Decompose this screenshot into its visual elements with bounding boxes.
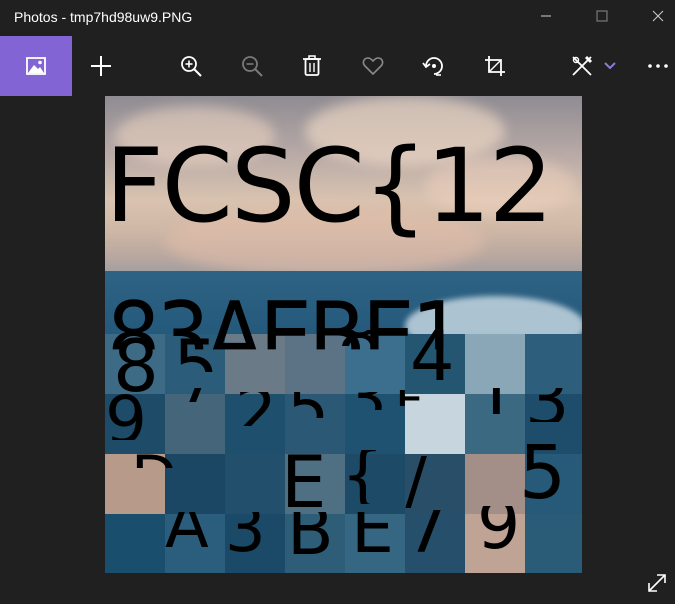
rotate-button[interactable] (409, 36, 459, 96)
window-title: Photos - tmp7hd98uw9.PNG (14, 9, 193, 25)
title-bar: Photos - tmp7hd98uw9.PNG (0, 0, 675, 36)
image-tile (225, 454, 285, 514)
more-button[interactable] (634, 36, 675, 96)
maximize-icon (596, 10, 608, 22)
rotate-icon (422, 57, 443, 76)
image-view-icon (26, 57, 46, 75)
image-tile (105, 514, 165, 573)
heart-icon (362, 57, 384, 76)
delete-button[interactable] (287, 36, 337, 96)
expand-icon (648, 574, 666, 592)
maximize-button[interactable] (579, 0, 625, 32)
minimize-icon (541, 15, 551, 17)
fullscreen-button[interactable] (640, 566, 674, 600)
more-icon (648, 64, 668, 68)
flag-fragment: 5 (519, 430, 567, 516)
flag-fragment: { (341, 436, 385, 515)
photo-canvas[interactable]: FCSC{12 83AEBE1 8 5 8 4 9 7 2 5 3 F 1 3 … (105, 96, 582, 573)
zoom-in-icon (181, 56, 202, 77)
zoom-out-icon (242, 56, 263, 77)
crop-icon (485, 56, 505, 76)
image-view-button[interactable] (0, 36, 72, 96)
close-button[interactable] (635, 0, 675, 32)
edit-draw-icon (572, 55, 593, 76)
toolbar (0, 36, 675, 96)
zoom-out-button[interactable] (227, 36, 277, 96)
crop-button[interactable] (470, 36, 520, 96)
image-tile (465, 454, 525, 514)
plus-icon (91, 56, 111, 76)
image-tile (465, 334, 525, 394)
minimize-button[interactable] (523, 0, 569, 32)
image-tile (165, 394, 225, 454)
close-icon (652, 10, 664, 22)
flag-text-line1: FCSC{12 (105, 127, 554, 246)
add-button[interactable] (76, 36, 126, 96)
zoom-in-button[interactable] (166, 36, 216, 96)
flag-fragment: E (281, 440, 327, 524)
trash-icon (303, 55, 321, 76)
flag-fragment: / (405, 442, 428, 519)
chevron-down-icon (604, 62, 616, 70)
edit-dropdown-button[interactable] (592, 36, 628, 96)
image-tile (525, 514, 582, 573)
image-tile (525, 334, 582, 394)
favorite-button[interactable] (348, 36, 398, 96)
